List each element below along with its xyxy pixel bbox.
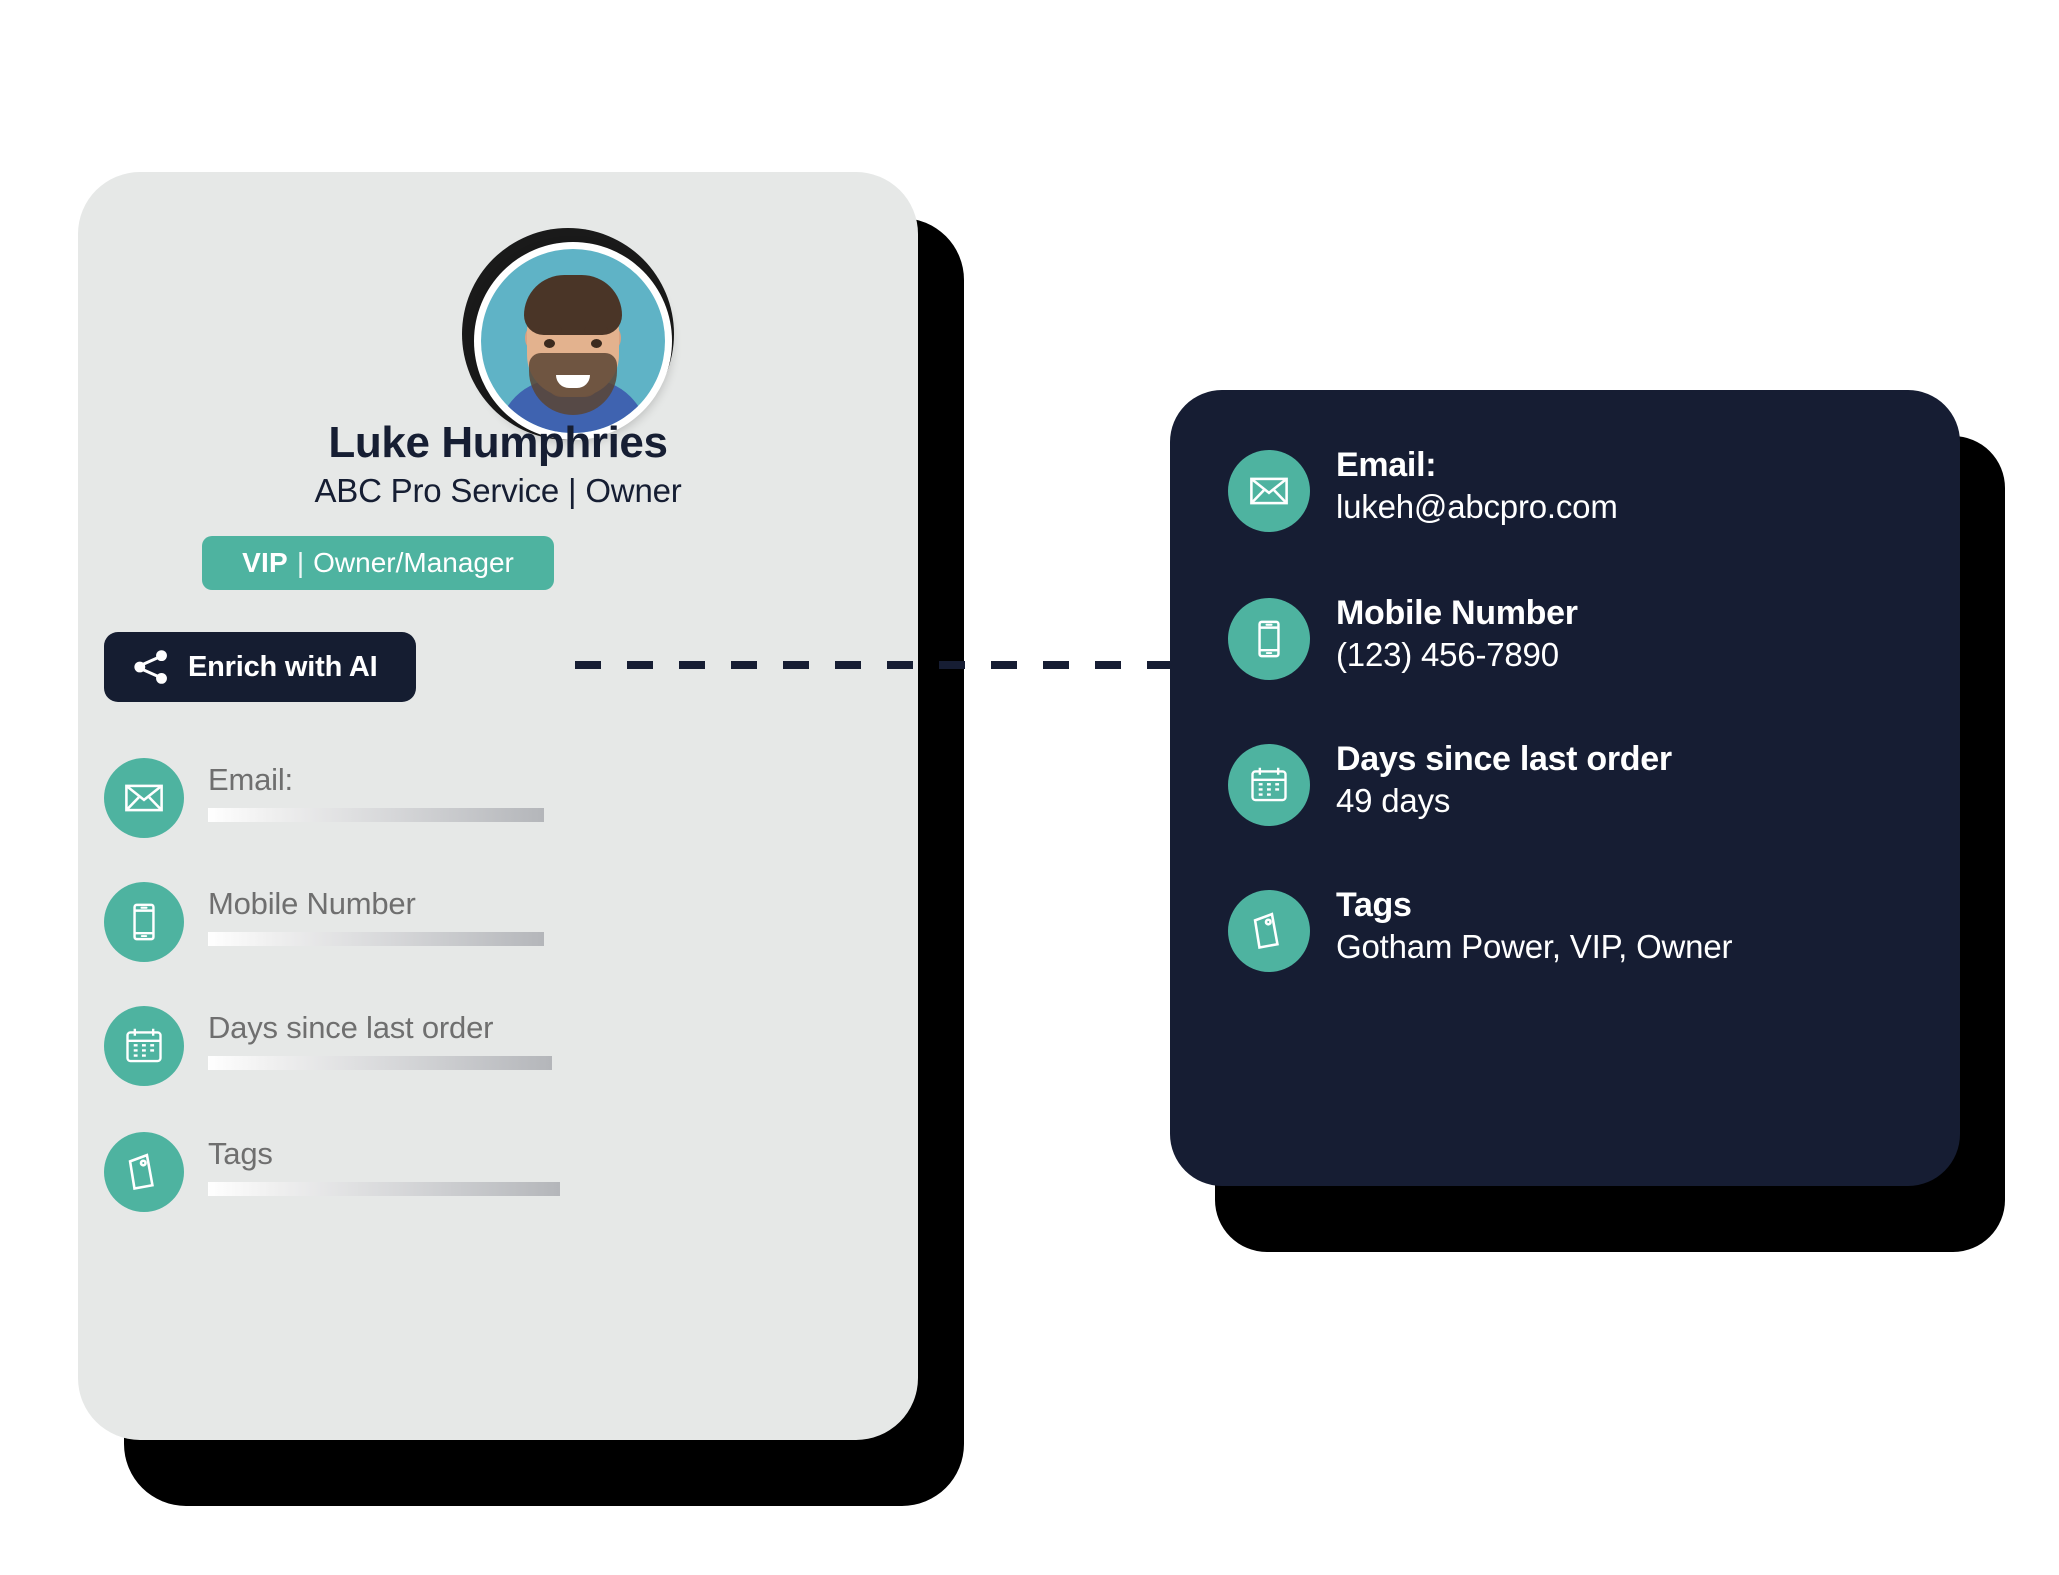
profile-field-email: Email: [104,758,584,844]
profile-field-days-since-last-order: Days since last order [104,1006,584,1092]
redacted-value-bar [208,808,544,822]
enriched-field-label: Days since last order [1336,740,1672,778]
illustration-canvas: Luke Humphries ABC Pro Service | Owner V… [0,0,2059,1575]
enrich-button-label: Enrich with AI [188,650,378,683]
enriched-field-label: Tags [1336,886,1412,924]
tag-icon [1228,890,1310,972]
redacted-value-bar [208,932,544,946]
profile-field-mobile: Mobile Number [104,882,584,968]
enriched-field-value: Gotham Power, VIP, Owner [1336,928,1733,965]
enriched-field-value: 49 days [1336,782,1451,819]
profile-field-label: Days since last order [208,1010,494,1045]
mobile-phone-icon [1228,598,1310,680]
badge-secondary-label: Owner/Manager [313,547,514,578]
share-nodes-icon [130,646,172,688]
enriched-field-value: lukeh@abcpro.com [1336,488,1618,525]
mobile-phone-icon [104,882,184,962]
profile-subtitle: ABC Pro Service | Owner [314,472,682,509]
avatar-photo [481,249,665,433]
calendar-icon [1228,744,1310,826]
avatar [474,242,672,440]
profile-field-label: Mobile Number [208,886,416,921]
enriched-field-label: Email: [1336,446,1437,484]
tag-icon [104,1132,184,1212]
badge-primary-label: VIP [242,547,288,578]
profile-field-label: Email: [208,762,293,797]
redacted-value-bar [208,1182,560,1196]
badge-separator: | [296,547,305,578]
profile-card: Luke Humphries ABC Pro Service | Owner V… [78,172,918,1440]
enriched-data-card: Email: lukeh@abcpro.com Mobile Number (1… [1170,390,1960,1186]
enriched-field-label: Mobile Number [1336,594,1578,632]
enrich-with-ai-button[interactable]: Enrich with AI [104,632,416,702]
enriched-field-value: (123) 456-7890 [1336,636,1559,673]
redacted-value-bar [208,1056,552,1070]
profile-field-tags: Tags [104,1132,584,1218]
envelope-icon [104,758,184,838]
envelope-icon [1228,450,1310,532]
page-title: Luke Humphries [328,418,668,467]
dashed-connector-line [575,661,1175,669]
profile-field-label: Tags [208,1136,273,1171]
status-badge: VIP | Owner/Manager [202,536,554,590]
calendar-icon [104,1006,184,1086]
